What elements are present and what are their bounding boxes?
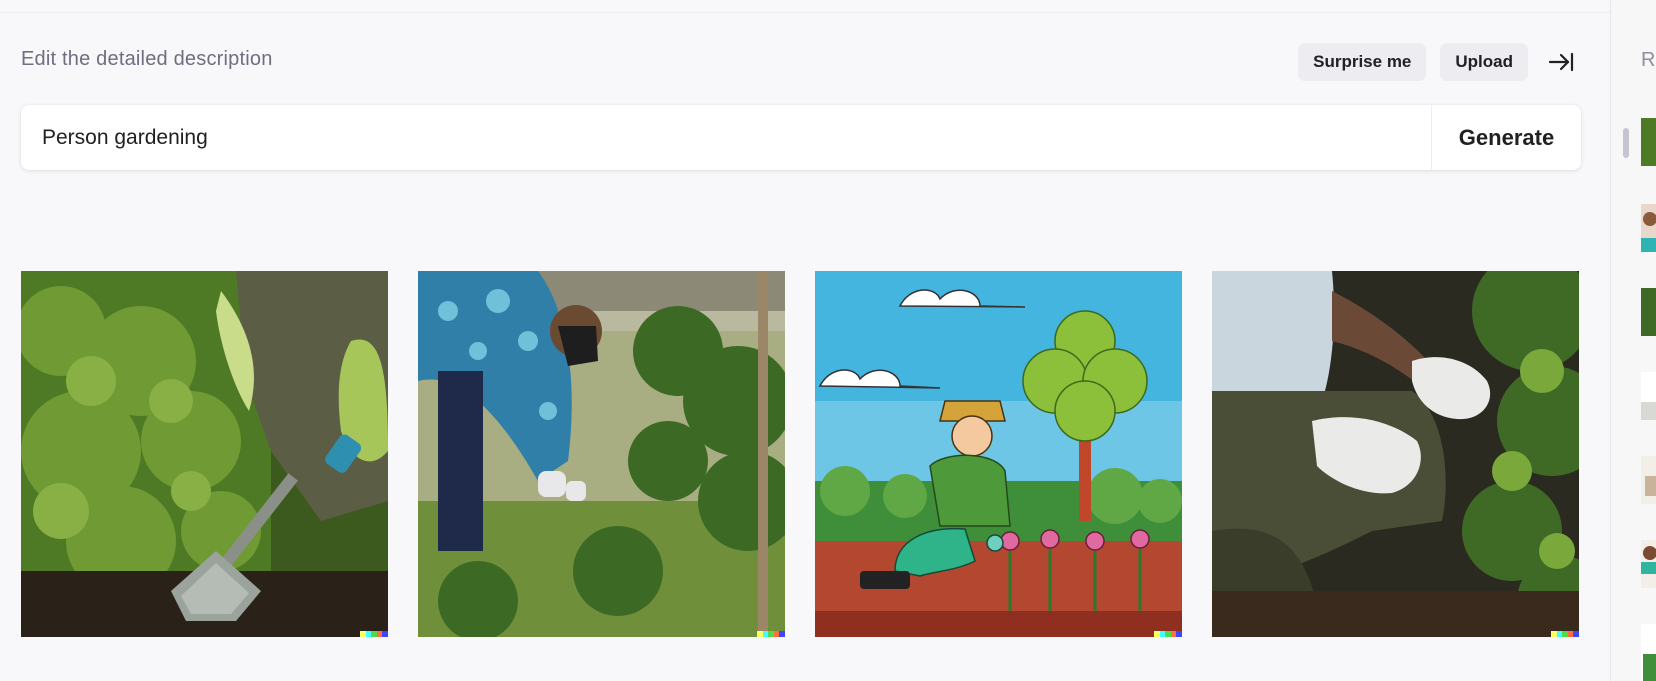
arrow-to-right-icon — [1548, 52, 1574, 72]
prompt-input[interactable] — [21, 105, 1431, 170]
result-image-2[interactable] — [418, 271, 785, 637]
top-divider — [0, 12, 1610, 13]
surprise-me-button[interactable]: Surprise me — [1298, 43, 1427, 81]
upload-button[interactable]: Upload — [1440, 43, 1528, 81]
result-image-4[interactable] — [1212, 271, 1579, 637]
history-thumbnail[interactable] — [1641, 204, 1656, 252]
gardening-photo-trowel — [21, 271, 388, 637]
gardening-photo-man — [418, 271, 785, 637]
toolbar: Surprise me Upload — [1298, 43, 1580, 81]
history-thumbnail[interactable] — [1641, 456, 1656, 504]
history-thumbnail[interactable] — [1641, 288, 1656, 336]
main-panel: Edit the detailed description Surprise m… — [0, 0, 1610, 681]
watermark-strip — [1154, 631, 1182, 637]
result-image-1[interactable] — [21, 271, 388, 637]
watermark-strip — [360, 631, 388, 637]
gardening-photo-gloves — [1212, 271, 1579, 637]
result-image-3[interactable] — [815, 271, 1182, 637]
history-sidebar: R — [1610, 0, 1656, 681]
history-thumbnail[interactable] — [1641, 372, 1656, 420]
history-thumbnail[interactable] — [1641, 624, 1656, 681]
generate-button[interactable]: Generate — [1431, 105, 1581, 170]
prompt-box: Generate — [21, 105, 1581, 170]
watermark-strip — [757, 631, 785, 637]
gardening-cartoon — [815, 271, 1182, 637]
collapse-sidebar-button[interactable] — [1542, 43, 1580, 81]
sidebar-scrollbar[interactable] — [1623, 128, 1629, 158]
watermark-strip — [1551, 631, 1579, 637]
history-thumbnail[interactable] — [1641, 540, 1656, 588]
page-title: Edit the detailed description — [21, 48, 273, 70]
results-grid — [21, 271, 1579, 637]
history-thumbnail[interactable] — [1641, 118, 1656, 166]
sidebar-title: R — [1641, 49, 1656, 71]
